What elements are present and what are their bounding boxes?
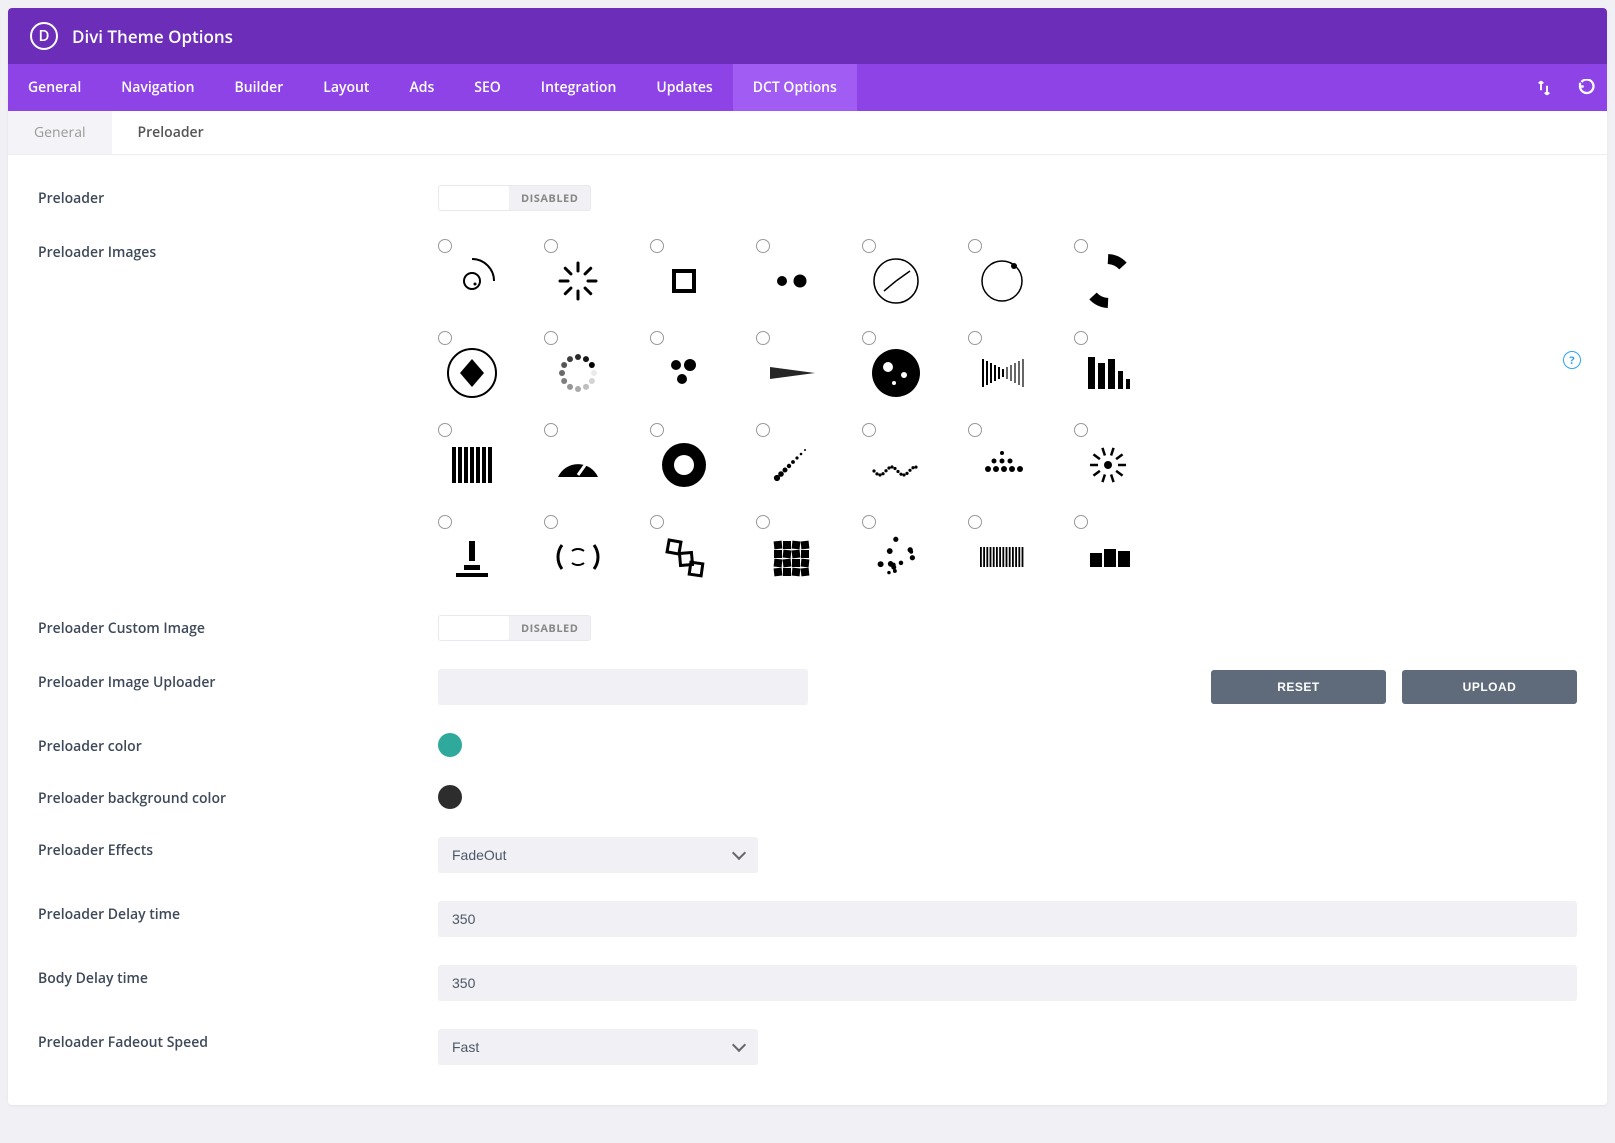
preloader-image-radio[interactable]: [756, 331, 770, 345]
preloader-image-radio[interactable]: [968, 239, 982, 253]
label-preloader-images: Preloader Images: [38, 239, 438, 262]
preloader-image-radio[interactable]: [1074, 515, 1088, 529]
preloader-image-radio[interactable]: [862, 423, 876, 437]
preloader-bg-swatch[interactable]: [438, 785, 462, 809]
preloader-image-thumb: [866, 251, 926, 311]
preloader-image-radio[interactable]: [1074, 331, 1088, 345]
label-bg-color: Preloader background color: [38, 785, 438, 808]
tab-dct-options[interactable]: DCT Options: [733, 64, 857, 111]
preloader-image-thumb: [442, 251, 502, 311]
tab-integration[interactable]: Integration: [521, 64, 637, 111]
preloader-image-radio[interactable]: [968, 423, 982, 437]
preloader-image-thumb: [760, 251, 820, 311]
label-effects: Preloader Effects: [38, 837, 438, 860]
preloader-image-thumb: [442, 527, 502, 587]
panel-header: D Divi Theme Options: [8, 8, 1607, 64]
tab-navigation[interactable]: Navigation: [101, 64, 214, 111]
preloader-image-radio[interactable]: [756, 423, 770, 437]
preloader-image-radio[interactable]: [862, 331, 876, 345]
toggle-preloader[interactable]: DISABLED: [438, 185, 591, 211]
preloader-image-radio[interactable]: [650, 515, 664, 529]
subtab-preloader[interactable]: Preloader: [112, 111, 230, 154]
preloader-image-radio[interactable]: [1074, 239, 1088, 253]
panel-title: Divi Theme Options: [72, 25, 233, 48]
preloader-image-radio[interactable]: [438, 331, 452, 345]
main-tabs: General Navigation Builder Layout Ads SE…: [8, 64, 1607, 111]
preloader-image-thumb: [548, 435, 608, 495]
tab-layout[interactable]: Layout: [303, 64, 389, 111]
tab-seo[interactable]: SEO: [454, 64, 521, 111]
help-icon[interactable]: ?: [1563, 351, 1581, 369]
preloader-image-radio[interactable]: [438, 239, 452, 253]
preloader-image-radio[interactable]: [862, 239, 876, 253]
delay-input[interactable]: [438, 901, 1577, 937]
import-export-icon[interactable]: [1523, 69, 1565, 107]
preloader-image-thumb: [760, 527, 820, 587]
tab-builder[interactable]: Builder: [215, 64, 304, 111]
upload-button[interactable]: UPLOAD: [1402, 670, 1577, 704]
preloader-image-radio[interactable]: [968, 515, 982, 529]
label-fadeout-speed: Preloader Fadeout Speed: [38, 1029, 438, 1052]
preloader-image-thumb: [1078, 343, 1138, 403]
preloader-image-radio[interactable]: [650, 423, 664, 437]
preloader-image-thumb: [654, 251, 714, 311]
preloader-image-thumb: [866, 435, 926, 495]
preloader-image-thumb: [866, 343, 926, 403]
label-color: Preloader color: [38, 733, 438, 756]
preloader-image-thumb: [548, 251, 608, 311]
reset-button[interactable]: RESET: [1211, 670, 1386, 704]
preloader-image-thumb: [548, 343, 608, 403]
body-delay-input[interactable]: [438, 965, 1577, 1001]
preloader-image-radio[interactable]: [544, 515, 558, 529]
preloader-image-thumb: [972, 435, 1032, 495]
preloader-image-thumb: [760, 343, 820, 403]
uploader-path-input[interactable]: [438, 669, 808, 705]
tab-general[interactable]: General: [8, 64, 101, 111]
preloader-image-thumb: [1078, 251, 1138, 311]
divi-logo-icon: D: [30, 22, 58, 50]
preloader-image-radio[interactable]: [650, 239, 664, 253]
sub-tabs: General Preloader: [8, 111, 1607, 155]
preloader-image-radio[interactable]: [756, 515, 770, 529]
speed-select[interactable]: Fast: [438, 1029, 758, 1065]
preloader-images-grid: [438, 239, 1162, 587]
tab-ads[interactable]: Ads: [389, 64, 454, 111]
label-delay: Preloader Delay time: [38, 901, 438, 924]
preloader-image-radio[interactable]: [862, 515, 876, 529]
label-preloader: Preloader: [38, 185, 438, 208]
toggle-preloader-state: DISABLED: [509, 191, 590, 206]
label-custom-image: Preloader Custom Image: [38, 615, 438, 638]
preloader-image-radio[interactable]: [544, 239, 558, 253]
preloader-image-thumb: [972, 527, 1032, 587]
preloader-image-thumb: [442, 435, 502, 495]
tab-updates[interactable]: Updates: [636, 64, 732, 111]
preloader-color-swatch[interactable]: [438, 733, 462, 757]
effects-select[interactable]: FadeOut: [438, 837, 758, 873]
preloader-image-thumb: [442, 343, 502, 403]
preloader-image-radio[interactable]: [544, 331, 558, 345]
subtab-general[interactable]: General: [8, 111, 112, 154]
toggle-custom-image-state: DISABLED: [509, 621, 590, 636]
preloader-image-thumb: [866, 527, 926, 587]
preloader-image-thumb: [654, 435, 714, 495]
preloader-image-radio[interactable]: [650, 331, 664, 345]
toggle-custom-image[interactable]: DISABLED: [438, 615, 591, 641]
preloader-image-thumb: [972, 343, 1032, 403]
preloader-image-thumb: [654, 527, 714, 587]
label-uploader: Preloader Image Uploader: [38, 669, 438, 692]
preloader-image-thumb: [760, 435, 820, 495]
preloader-image-thumb: [548, 527, 608, 587]
reset-icon[interactable]: [1565, 69, 1607, 107]
preloader-image-radio[interactable]: [438, 423, 452, 437]
preloader-image-radio[interactable]: [756, 239, 770, 253]
preloader-image-thumb: [972, 251, 1032, 311]
label-body-delay: Body Delay time: [38, 965, 438, 988]
preloader-image-radio[interactable]: [968, 331, 982, 345]
preloader-image-thumb: [654, 343, 714, 403]
preloader-image-thumb: [1078, 527, 1138, 587]
preloader-image-thumb: [1078, 435, 1138, 495]
preloader-image-radio[interactable]: [1074, 423, 1088, 437]
preloader-image-radio[interactable]: [544, 423, 558, 437]
preloader-image-radio[interactable]: [438, 515, 452, 529]
